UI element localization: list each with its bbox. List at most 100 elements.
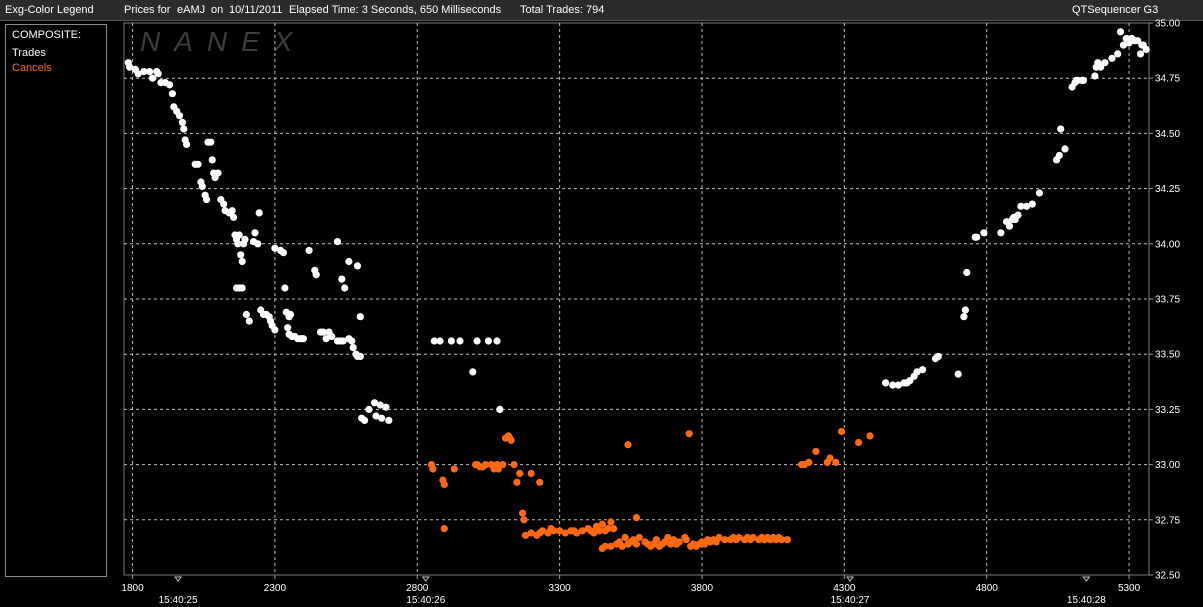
trade-point <box>242 310 250 319</box>
y-tick-label: 33.25 <box>1155 405 1180 416</box>
cancel-point <box>510 461 518 469</box>
trade-point <box>1091 72 1099 80</box>
cancel-point <box>536 478 544 486</box>
trade-point <box>882 379 890 387</box>
y-tick-label: 34.00 <box>1155 239 1180 250</box>
cancel-point <box>621 533 629 542</box>
x-tick-label: 5300 <box>1118 583 1141 594</box>
trade-point <box>183 140 191 148</box>
time-marker <box>174 576 183 582</box>
y-tick-label: 32.50 <box>1155 571 1180 582</box>
time-marker <box>846 576 855 582</box>
trade-point <box>345 257 353 266</box>
cancel-point <box>632 514 641 522</box>
cancel-point <box>516 469 524 477</box>
trade-point <box>997 229 1005 237</box>
x-tick-label: 4300 <box>833 583 856 594</box>
trade-point <box>180 125 188 133</box>
cancel-point <box>652 536 661 544</box>
y-tick-label: 33.50 <box>1155 350 1180 361</box>
trade-point <box>207 138 215 146</box>
trade-point <box>146 68 154 76</box>
trade-point <box>934 352 942 360</box>
y-tick-label: 34.75 <box>1155 74 1180 85</box>
trade-point <box>356 352 364 360</box>
price-chart: NANEX 32.50 32.75 33.00 33.25 33.50 33.75 34.0… <box>121 19 1180 607</box>
trade-point <box>287 310 295 319</box>
trade-point <box>356 313 364 321</box>
time-label: 15:40:25 <box>159 595 198 606</box>
cancel-point <box>675 538 683 546</box>
trade-point <box>238 257 246 266</box>
trade-point <box>175 112 184 120</box>
trade-point <box>279 249 287 257</box>
trade-point <box>493 337 501 345</box>
trade-point <box>473 337 481 345</box>
cancel-point <box>682 536 690 544</box>
cancel-point <box>805 458 813 466</box>
trade-point <box>341 284 349 292</box>
trade-point <box>1061 145 1069 153</box>
trade-point <box>238 284 246 292</box>
trade-point <box>1035 189 1043 197</box>
trade-point <box>312 271 320 279</box>
cancel-point <box>450 465 458 473</box>
trade-point <box>973 233 981 241</box>
trade-point <box>214 169 222 177</box>
trade-point <box>1101 59 1109 67</box>
trade-point <box>469 368 477 376</box>
trade-point <box>1142 45 1150 54</box>
trade-point <box>1116 28 1125 36</box>
trade-point <box>496 405 504 413</box>
y-tick-label: 34.25 <box>1155 184 1180 195</box>
trade-point <box>378 414 386 422</box>
cancel-point <box>499 461 507 469</box>
cancel-point <box>527 469 535 477</box>
trade-point <box>447 337 455 345</box>
trade-point <box>1136 50 1145 58</box>
trade-point <box>365 405 373 413</box>
x-tick-label: 3800 <box>691 583 714 594</box>
cancel-point <box>685 430 693 438</box>
cancel-point <box>826 454 834 462</box>
x-tick-label: 2300 <box>264 583 287 594</box>
y-tick-label: 33.75 <box>1155 295 1180 306</box>
trade-point <box>254 240 262 248</box>
cancel-point <box>635 533 643 542</box>
trade-point <box>1108 54 1116 62</box>
trade-point <box>349 344 357 352</box>
cancel-point <box>520 516 528 524</box>
trade-point <box>1028 200 1036 208</box>
trade-point <box>954 370 962 378</box>
cancel-point <box>783 536 792 544</box>
trade-point <box>230 213 238 221</box>
watermark: NANEX <box>140 26 306 57</box>
cancel-point <box>513 478 521 486</box>
cancel-point <box>624 441 632 449</box>
y-tick-label: 35.00 <box>1155 19 1180 30</box>
trade-point <box>328 332 336 341</box>
trade-point <box>960 313 968 321</box>
trade-point <box>194 160 202 168</box>
trade-point <box>1057 125 1065 133</box>
trade-point <box>148 74 157 82</box>
cancel-point <box>866 432 874 440</box>
trade-point <box>251 229 259 237</box>
x-tick-label: 2800 <box>406 583 429 594</box>
trade-point <box>361 416 369 424</box>
trade-point <box>1014 211 1022 219</box>
cancel-point <box>837 427 846 436</box>
trade-point <box>385 416 393 424</box>
y-tick-label: 33.00 <box>1155 460 1180 471</box>
trade-point <box>271 326 279 334</box>
trade-point <box>961 306 970 314</box>
cancel-point <box>440 525 448 533</box>
time-label: 15:40:26 <box>406 595 445 606</box>
trade-point <box>436 337 444 345</box>
trade-point <box>382 403 390 411</box>
x-tick-label: 3300 <box>549 583 572 594</box>
trade-point <box>1005 222 1014 230</box>
trade-point <box>333 238 342 246</box>
trade-point <box>299 335 307 343</box>
cancel-point <box>429 465 437 473</box>
